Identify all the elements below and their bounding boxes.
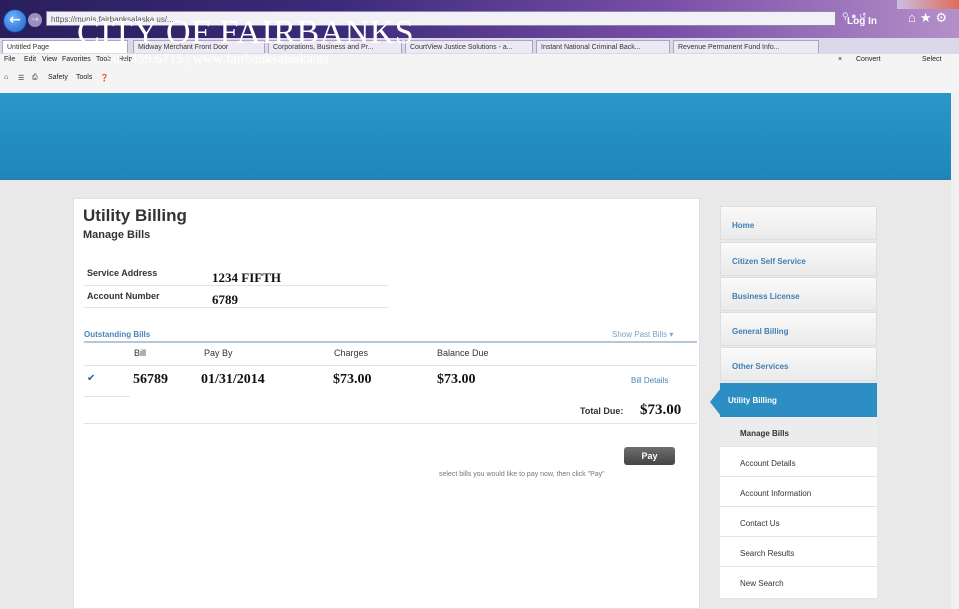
sidebar-subitem-account-details[interactable]: Account Details — [720, 447, 877, 477]
feeds-icon[interactable]: ☰ — [18, 74, 24, 82]
back-arrow-icon[interactable]: ← — [3, 9, 27, 33]
service-address-value: 1234 FIFTH — [212, 270, 281, 285]
print-icon[interactable]: ⎙ — [32, 74, 38, 82]
row-divider — [84, 396, 130, 397]
charges-value: $73.00 — [333, 372, 372, 387]
site-title[interactable]: CITY OF FAIRBANKS — [77, 14, 414, 52]
forward-arrow-icon[interactable]: → — [28, 13, 42, 27]
sidebar-subitem-account-information[interactable]: Account Information — [720, 477, 877, 507]
menu-file[interactable]: File — [4, 56, 15, 63]
section-divider — [84, 341, 697, 343]
menu-view[interactable]: View — [42, 56, 57, 63]
browser-command-bar: ⌂ ☰ ⎙ Safety Tools ❓ — [0, 67, 959, 94]
column-header-charges: Charges — [334, 348, 369, 358]
pay-button[interactable]: Pay — [624, 447, 675, 465]
total-due-label: Total Due: — [580, 406, 624, 416]
balance-due-value: $73.00 — [437, 372, 476, 387]
page-title: Utility Billing — [83, 206, 187, 225]
divider — [84, 285, 388, 286]
column-header-bill: Bill — [134, 348, 147, 358]
service-address-label: Service Address — [87, 268, 158, 278]
main-panel — [73, 198, 700, 609]
sidebar-item-business-license[interactable]: Business License — [720, 277, 877, 311]
browser-tab[interactable]: Revenue Permanent Fund Info... — [673, 40, 819, 53]
bill-details-link[interactable]: Bill Details — [631, 376, 668, 385]
account-number-label: Account Number — [87, 291, 160, 301]
page-scrollbar[interactable] — [951, 93, 959, 609]
close-toolbar-icon[interactable]: × — [838, 56, 842, 63]
site-header — [0, 93, 959, 180]
sidebar-item-home[interactable]: Home — [720, 206, 877, 240]
page-subtitle: Manage Bills — [83, 229, 151, 241]
home-page-icon[interactable]: ⌂ — [4, 74, 8, 81]
row-divider — [84, 423, 697, 424]
browser-tab[interactable]: CourtView Justice Solutions - a... — [405, 40, 533, 53]
menu-edit[interactable]: Edit — [24, 56, 36, 63]
bill-number: 56789 — [133, 372, 168, 387]
help-icon[interactable]: ❓ — [100, 74, 109, 82]
pay-by-date: 01/31/2014 — [201, 372, 265, 387]
show-past-bills-link[interactable]: Show Past Bills ▾ — [612, 330, 673, 339]
sidebar-subitem-contact-us[interactable]: Contact Us — [720, 507, 877, 537]
safety-menu[interactable]: Safety — [48, 74, 68, 81]
total-due-value: $73.00 — [640, 402, 682, 418]
browser-tab[interactable]: Instant National Criminal Back... — [536, 40, 670, 53]
sidebar-subitem-new-search[interactable]: New Search — [720, 567, 877, 599]
login-link[interactable]: Log In — [847, 16, 877, 27]
column-header-pay-by: Pay By — [204, 348, 233, 358]
pay-hint-text: select bills you would like to pay now, … — [439, 471, 605, 478]
bill-checkbox[interactable]: ✔ — [87, 374, 96, 384]
convert-button[interactable]: Convert — [856, 56, 881, 63]
window-controls[interactable] — [897, 0, 959, 9]
outstanding-bills-title: Outstanding Bills — [84, 330, 151, 339]
menu-favorites[interactable]: Favorites — [62, 56, 91, 63]
sidebar-item-citizen-self-service[interactable]: Citizen Self Service — [720, 242, 877, 276]
site-contact: 907.459.6715 | www.fairbanksalaska.us — [106, 52, 329, 67]
sidebar-item-general-billing[interactable]: General Billing — [720, 312, 877, 346]
tools-menu[interactable]: Tools — [76, 74, 92, 81]
sidebar-subitem-search-results[interactable]: Search Results — [720, 537, 877, 567]
table-header-divider — [84, 365, 697, 366]
account-number-value: 6789 — [212, 292, 238, 307]
column-header-balance-due: Balance Due — [437, 348, 489, 358]
sidebar-subitem-manage-bills[interactable]: Manage Bills — [720, 417, 877, 447]
sidebar-item-other-services[interactable]: Other Services — [720, 347, 877, 381]
divider — [84, 307, 388, 308]
home-star-gear-icons[interactable]: ⌂★⚙ — [908, 10, 951, 26]
sidebar-item-utility-billing[interactable]: Utility Billing — [720, 383, 877, 417]
select-button[interactable]: Select — [922, 56, 941, 63]
